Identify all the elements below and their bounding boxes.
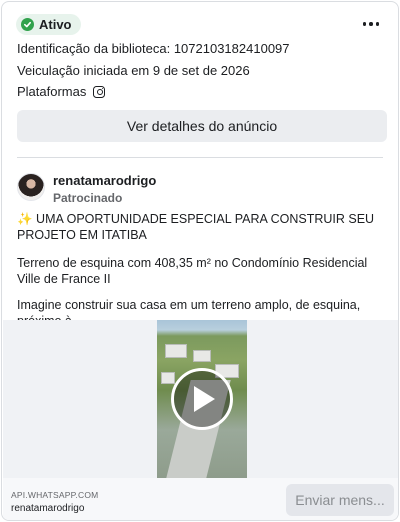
library-id: Identificação da biblioteca: 10721031824… xyxy=(17,41,290,56)
avatar[interactable] xyxy=(17,173,45,201)
status-badge: Ativo xyxy=(16,13,81,35)
sponsored-label: Patrocinado xyxy=(53,191,123,205)
house xyxy=(161,372,175,384)
divider xyxy=(17,157,383,158)
more-options-icon[interactable] xyxy=(358,14,384,34)
platforms: Plataformas xyxy=(17,84,106,99)
card-header: Ativo xyxy=(16,13,384,35)
view-ad-details-button[interactable]: Ver detalhes do anúncio xyxy=(17,110,387,142)
instagram-icon xyxy=(93,85,106,98)
check-icon xyxy=(21,17,34,31)
start-date: Veiculação iniciada em 9 de set de 2026 xyxy=(17,63,250,78)
link-domain: API.WHATSAPP.COM xyxy=(11,490,99,500)
ad-text-paragraph: ✨ UMA OPORTUNIDADE ESPECIAL PARA CONSTRU… xyxy=(17,212,375,242)
link-name: renatamarodrigo xyxy=(11,503,85,514)
page-name[interactable]: renatamarodrigo xyxy=(53,173,156,188)
platforms-label: Plataformas xyxy=(17,84,87,99)
house xyxy=(193,350,211,362)
status-label: Ativo xyxy=(39,16,72,32)
ad-card: Ativo Identificação da biblioteca: 10721… xyxy=(1,1,399,521)
house xyxy=(165,344,187,358)
play-button[interactable] xyxy=(171,368,233,430)
send-message-button[interactable]: Enviar mens... xyxy=(286,484,394,516)
play-icon xyxy=(194,386,215,412)
ad-text-paragraph: Terreno de esquina com 408,35 m² no Cond… xyxy=(17,256,368,286)
